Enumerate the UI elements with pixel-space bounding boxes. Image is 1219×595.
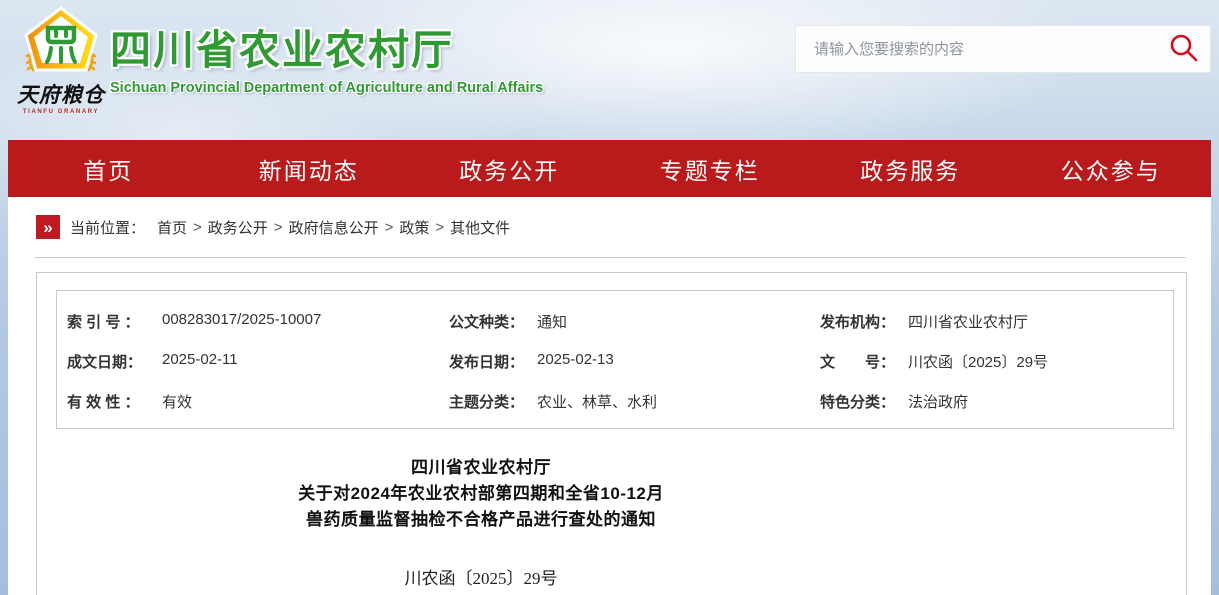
granary-seal-text-en: TIANFU GRANARY <box>23 109 99 115</box>
meta-cell-written-date: 成文日期： 2025-02-11 <box>57 351 449 372</box>
nav-item-participation[interactable]: 公众参与 <box>1011 140 1212 197</box>
meta-label: 发布机构： <box>820 311 908 332</box>
emblem-wrap: 天府粮仓 TIANFU GRANARY <box>20 6 102 115</box>
meta-cell-doc-number: 文 号： 川农函〔2025〕29号 <box>820 351 1173 372</box>
double-chevron-right-icon: » <box>36 215 60 239</box>
meta-label: 主题分类： <box>449 391 537 412</box>
document-title-line: 兽药质量监督抽检不合格产品进行查处的通知 <box>56 507 906 533</box>
main-nav: 首页 新闻动态 政务公开 专题专栏 政务服务 公众参与 <box>8 140 1211 197</box>
breadcrumb-item-home[interactable]: 首页 <box>157 217 187 238</box>
breadcrumb-separator: > <box>385 219 394 236</box>
meta-label: 特色分类： <box>820 391 908 412</box>
site-logo[interactable]: 天府粮仓 TIANFU GRANARY 四川省农业农村厅 Sichuan Pro… <box>20 6 543 115</box>
site-title-en: Sichuan Provincial Department of Agricul… <box>110 80 543 96</box>
meta-value: 农业、林草、水利 <box>537 391 657 412</box>
granary-seal-text: 天府粮仓 <box>17 79 105 109</box>
page-body: » 当前位置： 首页 > 政务公开 > 政府信息公开 > 政策 > 其他文件 索… <box>8 197 1211 595</box>
meta-value: 有效 <box>162 391 192 412</box>
meta-label: 索 引 号 ： <box>67 311 162 332</box>
meta-row: 有 效 性 ： 有效 主题分类： 农业、林草、水利 特色分类： 法治政府 <box>57 381 1173 421</box>
nav-item-home[interactable]: 首页 <box>8 140 209 197</box>
nav-item-topics[interactable]: 专题专栏 <box>610 140 811 197</box>
meta-cell-publish-date: 发布日期： 2025-02-13 <box>449 351 820 372</box>
meta-value: 法治政府 <box>908 391 968 412</box>
page: 天府粮仓 TIANFU GRANARY 四川省农业农村厅 Sichuan Pro… <box>0 0 1219 595</box>
meta-cell-issuing-agency: 发布机构： 四川省农业农村厅 <box>820 311 1173 332</box>
search-icon <box>1169 33 1199 66</box>
content-column: 首页 新闻动态 政务公开 专题专栏 政务服务 公众参与 » 当前位置： 首页 >… <box>8 140 1211 595</box>
meta-row: 索 引 号 ： 008283017/2025-10007 公文种类： 通知 发布… <box>57 301 1173 341</box>
meta-label: 发布日期： <box>449 351 537 372</box>
meta-label: 有 效 性 ： <box>67 391 162 412</box>
breadcrumb-separator: > <box>435 219 444 236</box>
granary-emblem-icon <box>22 6 100 81</box>
breadcrumb-item-policy[interactable]: 政策 <box>399 217 429 238</box>
meta-cell-feature-category: 特色分类： 法治政府 <box>820 391 1173 412</box>
meta-value: 川农函〔2025〕29号 <box>908 351 1048 372</box>
meta-value: 四川省农业农村厅 <box>908 311 1028 332</box>
document-meta-table: 索 引 号 ： 008283017/2025-10007 公文种类： 通知 发布… <box>56 290 1174 429</box>
breadcrumb: » 当前位置： 首页 > 政务公开 > 政府信息公开 > 政策 > 其他文件 <box>8 197 1211 257</box>
meta-value: 2025-02-11 <box>162 351 238 372</box>
meta-cell-topic-category: 主题分类： 农业、林草、水利 <box>449 391 820 412</box>
nav-item-gov-open[interactable]: 政务公开 <box>409 140 610 197</box>
meta-cell-validity: 有 效 性 ： 有效 <box>57 391 449 412</box>
document-title-line: 关于对2024年农业农村部第四期和全省10-12月 <box>56 481 906 507</box>
meta-label: 公文种类： <box>449 311 537 332</box>
breadcrumb-item-gov-open[interactable]: 政务公开 <box>208 217 268 238</box>
article-body: 四川省农业农村厅 关于对2024年农业农村部第四期和全省10-12月 兽药质量监… <box>56 455 906 589</box>
meta-value: 008283017/2025-10007 <box>162 311 321 332</box>
breadcrumb-item-other-docs[interactable]: 其他文件 <box>450 217 510 238</box>
nav-item-news[interactable]: 新闻动态 <box>209 140 410 197</box>
meta-value: 通知 <box>537 311 567 332</box>
breadcrumb-separator: > <box>193 219 202 236</box>
nav-item-services[interactable]: 政务服务 <box>810 140 1011 197</box>
meta-label: 成文日期： <box>67 351 162 372</box>
breadcrumb-separator: > <box>274 219 283 236</box>
site-names: 四川省农业农村厅 Sichuan Provincial Department o… <box>110 6 543 96</box>
meta-value: 2025-02-13 <box>537 351 614 372</box>
breadcrumb-divider <box>35 257 1186 258</box>
document-container: 索 引 号 ： 008283017/2025-10007 公文种类： 通知 发布… <box>36 272 1187 595</box>
meta-cell-doc-type: 公文种类： 通知 <box>449 311 820 332</box>
site-title: 四川省农业农村厅 <box>110 16 543 76</box>
site-header: 天府粮仓 TIANFU GRANARY 四川省农业农村厅 Sichuan Pro… <box>0 0 1219 140</box>
breadcrumb-label: 当前位置： <box>70 217 145 238</box>
meta-label: 文 号： <box>820 351 908 372</box>
meta-cell-index-number: 索 引 号 ： 008283017/2025-10007 <box>57 311 449 332</box>
document-title-line: 四川省农业农村厅 <box>56 455 906 481</box>
document-number: 川农函〔2025〕29号 <box>56 564 906 589</box>
search-box <box>795 25 1211 73</box>
search-input[interactable] <box>796 26 1158 72</box>
meta-row: 成文日期： 2025-02-11 发布日期： 2025-02-13 文 号： 川… <box>57 341 1173 381</box>
breadcrumb-item-gov-info[interactable]: 政府信息公开 <box>289 217 379 238</box>
search-button[interactable] <box>1158 26 1210 72</box>
